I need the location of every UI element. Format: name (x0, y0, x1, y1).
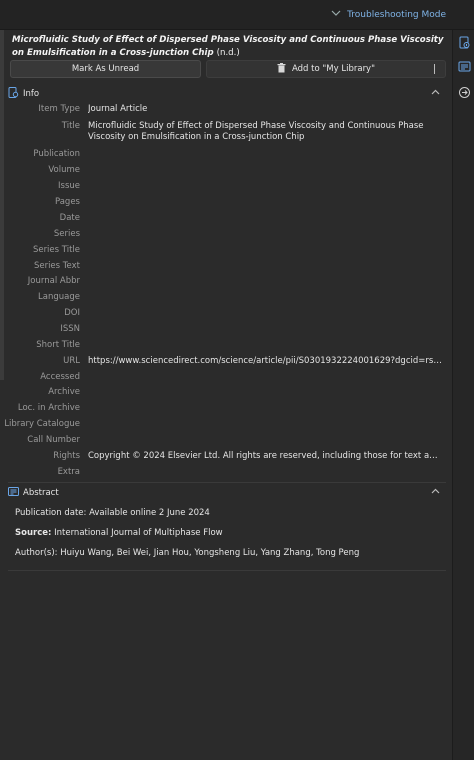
chevron-down-icon (331, 10, 341, 20)
abstract-section-header[interactable]: Abstract (8, 486, 446, 500)
dropdown-separator (434, 64, 435, 74)
abstract-source-label: Source: (15, 528, 52, 538)
abstract-icon (8, 486, 19, 500)
info-field-label: Series Title (32, 245, 80, 255)
item-title-header[interactable]: Microfluidic Study of Effect of Disperse… (12, 34, 446, 60)
info-field-label: Rights (53, 451, 80, 461)
info-field-value[interactable]: Journal Article (88, 104, 442, 115)
section-divider-bottom (8, 570, 446, 571)
info-section-icon[interactable] (458, 36, 471, 49)
troubleshooting-mode-button[interactable]: Troubleshooting Mode (331, 10, 446, 20)
top-bar: Troubleshooting Mode (0, 0, 474, 30)
mark-as-unread-button[interactable]: Mark As Unread (10, 60, 201, 78)
abstract-authors: Author(s): Huiyu Wang, Bei Wei, Jian Hou… (15, 548, 360, 558)
add-to-library-button[interactable]: Add to "My Library" (206, 60, 446, 78)
info-field-label: Short Title (36, 340, 80, 350)
info-field-label: Accessed (40, 372, 80, 382)
info-field-label: Loc. in Archive (17, 403, 80, 413)
info-field-label: URL (63, 356, 80, 366)
info-icon (8, 87, 19, 101)
info-field-label: ISSN (60, 324, 80, 334)
info-field-value[interactable]: https://www.sciencedirect.com/science/ar… (88, 356, 442, 367)
info-field-label: Title (61, 121, 80, 131)
abstract-source: Source: International Journal of Multiph… (15, 528, 445, 538)
mark-as-unread-label: Mark As Unread (71, 64, 140, 74)
info-field-label: Date (59, 213, 80, 223)
info-field-label: Volume (48, 165, 80, 175)
info-field-label: Pages (54, 197, 80, 207)
abstract-section-icon[interactable] (458, 60, 471, 73)
collapse-abstract-icon[interactable] (431, 487, 440, 497)
item-date: (n.d.) (216, 48, 240, 58)
troubleshooting-mode-label: Troubleshooting Mode (347, 10, 446, 20)
collapse-info-icon[interactable] (431, 88, 440, 98)
info-field-label: Publication (33, 149, 80, 159)
info-field-label: DOI (64, 308, 80, 318)
related-section-icon[interactable] (458, 86, 471, 99)
info-field-label: Journal Abbr (27, 276, 80, 286)
info-field-label: Library Catalogue (4, 419, 80, 429)
section-divider (8, 482, 446, 483)
trash-icon (277, 62, 286, 76)
info-field-label: Series Text (33, 261, 80, 271)
abstract-source-value: International Journal of Multiphase Flow (54, 528, 223, 538)
info-field-label: Extra (57, 467, 80, 477)
abstract-heading: Abstract (23, 488, 59, 498)
abstract-publication-date: Publication date: Available online 2 Jun… (15, 508, 210, 518)
info-field-label: Item Type (38, 104, 80, 114)
add-to-library-label: Add to "My Library" (292, 64, 375, 74)
info-field-value[interactable]: Microfluidic Study of Effect of Disperse… (88, 121, 442, 143)
sidenav (452, 30, 474, 760)
info-field-label: Language (38, 292, 80, 302)
info-field-label: Series (53, 229, 80, 239)
info-field-value[interactable]: Copyright © 2024 Elsevier Ltd. All right… (88, 451, 442, 462)
info-field-label: Issue (58, 181, 80, 191)
info-heading: Info (23, 89, 40, 99)
info-section-header[interactable]: Info (8, 87, 446, 101)
info-field-label: Archive (48, 387, 80, 397)
info-field-label: Call Number (27, 435, 80, 445)
